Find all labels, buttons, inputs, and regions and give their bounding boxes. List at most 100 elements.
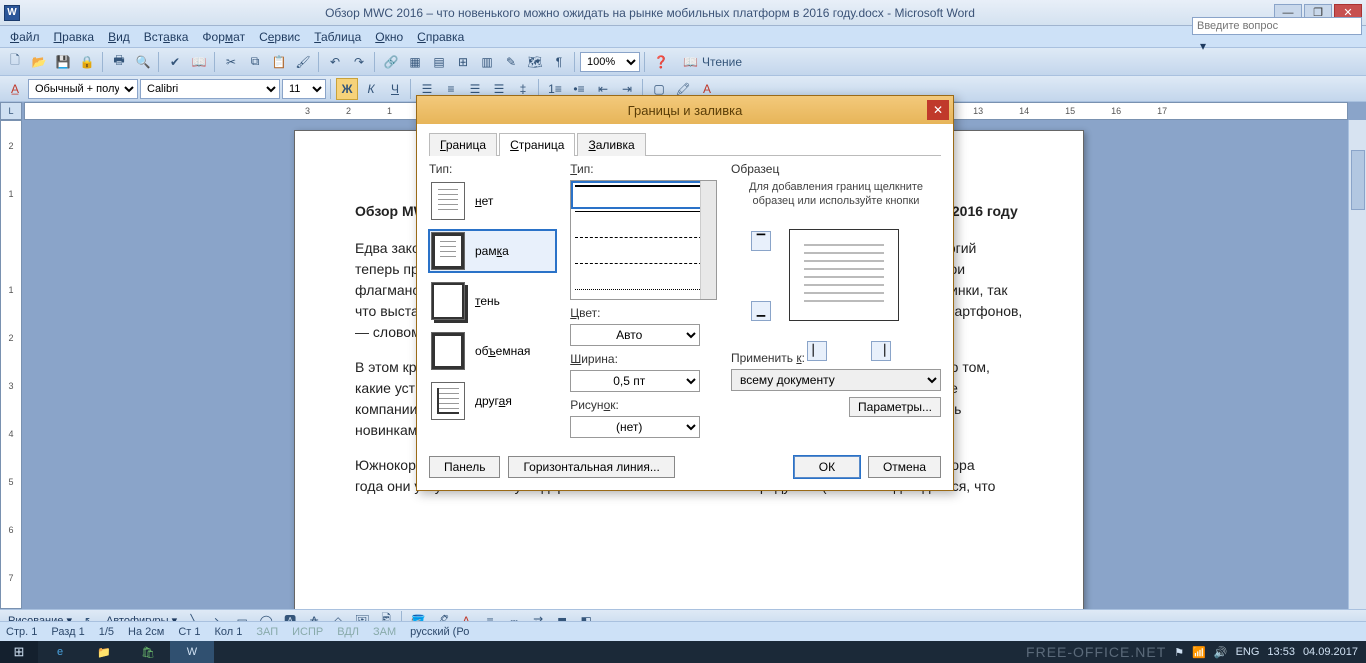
tray-time[interactable]: 13:53 (1267, 646, 1295, 658)
insert-excel-icon[interactable]: ⊞ (452, 51, 474, 73)
sample-page[interactable] (789, 229, 899, 321)
status-trk[interactable]: ИСПР (292, 626, 323, 638)
new-doc-icon[interactable]: 🗋 (4, 51, 26, 73)
save-icon[interactable]: 💾 (52, 51, 74, 73)
apply-to-select[interactable]: всему документу (731, 369, 941, 391)
status-lang[interactable]: русский (Ро (410, 626, 469, 638)
dialog-title-bar[interactable]: Границы и заливка ✕ (417, 96, 953, 124)
show-marks-icon[interactable]: ¶ (548, 51, 570, 73)
type-option-none[interactable]: нет (429, 180, 556, 222)
app-icon: W (4, 5, 20, 21)
dialog-close-button[interactable]: ✕ (927, 100, 949, 120)
menu-table[interactable]: Таблица (308, 28, 367, 46)
print-preview-icon[interactable]: 🔍 (132, 51, 154, 73)
type-option-box[interactable]: рамка (429, 230, 556, 272)
help-dropdown-icon[interactable]: ▾ (1192, 35, 1214, 57)
art-select[interactable]: (нет) (570, 416, 700, 438)
style-select[interactable]: Обычный + полу; (28, 79, 138, 99)
open-icon[interactable]: 📂 (28, 51, 50, 73)
menu-format[interactable]: Формат (196, 28, 251, 46)
watermark: FREE-OFFICE.NET (1026, 644, 1166, 660)
tray-lang[interactable]: ENG (1236, 646, 1260, 658)
tray-sound-icon[interactable]: 🔊 (1214, 646, 1228, 659)
line-style-list[interactable] (570, 180, 717, 300)
bold-button[interactable]: Ж (336, 78, 358, 100)
task-ie[interactable]: e (38, 641, 82, 663)
underline-button[interactable]: Ч (384, 78, 406, 100)
research-icon[interactable]: 📖 (188, 51, 210, 73)
style-dashed-small[interactable] (575, 237, 712, 257)
tables-borders-icon[interactable]: ▦ (404, 51, 426, 73)
scroll-thumb[interactable] (1351, 150, 1365, 210)
vertical-scrollbar[interactable] (1348, 120, 1366, 609)
menu-insert[interactable]: Вставка (138, 28, 195, 46)
spellcheck-icon[interactable]: ✔ (164, 51, 186, 73)
tab-fill[interactable]: Заливка (577, 133, 645, 156)
ok-button[interactable]: ОК (794, 456, 860, 478)
menu-tools[interactable]: Сервис (253, 28, 306, 46)
italic-button[interactable]: К (360, 78, 382, 100)
redo-icon[interactable]: ↷ (348, 51, 370, 73)
style-dashed-large[interactable] (575, 263, 712, 283)
start-button[interactable]: ⊞ (0, 641, 38, 663)
standard-toolbar: 🗋 📂 💾 🔒 🖶 🔍 ✔ 📖 ✂ ⧉ 📋 🖌 ↶ ↷ 🔗 ▦ ▤ ⊞ ▥ ✎ … (0, 48, 1366, 76)
menu-view[interactable]: Вид (102, 28, 136, 46)
type-icon-none (431, 182, 465, 220)
status-pages: 1/5 (99, 626, 114, 638)
horizontal-line-button[interactable]: Горизонтальная линия... (508, 456, 674, 478)
status-ext[interactable]: ВДЛ (337, 626, 359, 638)
font-select[interactable]: Calibri (140, 79, 280, 99)
width-select[interactable]: 0,5 пт (570, 370, 700, 392)
status-ovr[interactable]: ЗАМ (373, 626, 396, 638)
task-store[interactable]: 🛍 (126, 641, 170, 663)
styles-pane-icon[interactable]: A̲ (4, 78, 26, 100)
ruler-corner[interactable]: L (0, 102, 22, 120)
paste-icon[interactable]: 📋 (268, 51, 290, 73)
style-thin[interactable] (575, 211, 712, 231)
format-painter-icon[interactable]: 🖌 (292, 51, 314, 73)
task-word[interactable]: W (170, 641, 214, 663)
cut-icon[interactable]: ✂ (220, 51, 242, 73)
task-explorer[interactable]: 📁 (82, 641, 126, 663)
style-solid[interactable] (575, 185, 712, 205)
status-col: Кол 1 (214, 626, 242, 638)
columns-icon[interactable]: ▥ (476, 51, 498, 73)
menu-help[interactable]: Справка (411, 28, 470, 46)
edge-top-button[interactable]: ▔ (751, 231, 771, 251)
edge-left-button[interactable]: ▏ (807, 341, 827, 361)
tray-flag-icon[interactable]: ⚑ (1174, 646, 1184, 659)
options-button[interactable]: Параметры... (849, 397, 941, 417)
permissions-icon[interactable]: 🔒 (76, 51, 98, 73)
style-list-scrollbar[interactable] (700, 181, 716, 299)
print-icon[interactable]: 🖶 (108, 51, 130, 73)
menu-edit[interactable]: Правка (48, 28, 101, 46)
type-option-custom[interactable]: другая (429, 380, 556, 422)
menu-window[interactable]: Окно (369, 28, 409, 46)
cancel-button[interactable]: Отмена (868, 456, 941, 478)
help-icon[interactable]: ❓ (650, 51, 672, 73)
reading-mode-button[interactable]: 📖 Чтение (674, 51, 751, 73)
type-option-3d[interactable]: объемная (429, 330, 556, 372)
menu-file[interactable]: Файл (4, 28, 46, 46)
help-search-input[interactable] (1192, 17, 1362, 35)
style-dash-dot[interactable] (575, 289, 712, 300)
zoom-select[interactable]: 100% (580, 52, 640, 72)
status-rec[interactable]: ЗАП (256, 626, 278, 638)
insert-table-icon[interactable]: ▤ (428, 51, 450, 73)
tray-network-icon[interactable]: 📶 (1192, 646, 1206, 659)
doc-map-icon[interactable]: 🗺 (524, 51, 546, 73)
hyperlink-icon[interactable]: 🔗 (380, 51, 402, 73)
drawing-icon[interactable]: ✎ (500, 51, 522, 73)
tab-border[interactable]: Граница (429, 133, 497, 156)
edge-right-button[interactable]: ▕ (871, 341, 891, 361)
type-option-shadow[interactable]: тень (429, 280, 556, 322)
undo-icon[interactable]: ↶ (324, 51, 346, 73)
copy-icon[interactable]: ⧉ (244, 51, 266, 73)
show-toolbar-button[interactable]: Панель (429, 456, 500, 478)
vertical-ruler[interactable]: 21 1234567 (0, 120, 22, 609)
color-select[interactable]: Авто (570, 324, 700, 346)
edge-bottom-button[interactable]: ▁ (751, 301, 771, 321)
tab-page[interactable]: Страница (499, 133, 575, 156)
tray-date[interactable]: 04.09.2017 (1303, 646, 1358, 658)
font-size-select[interactable]: 11 (282, 79, 326, 99)
